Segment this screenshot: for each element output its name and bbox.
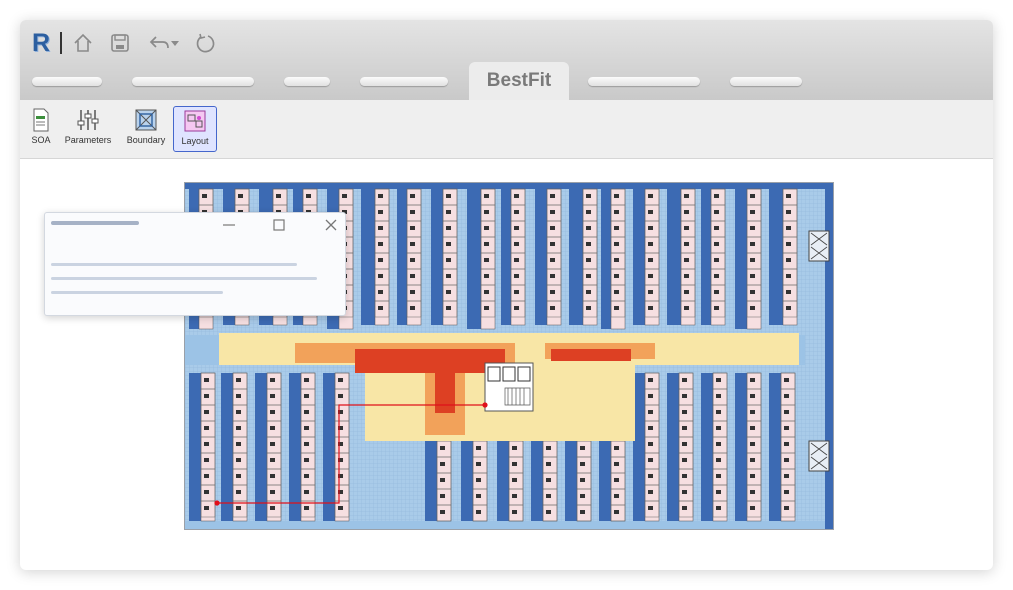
floating-dialog bbox=[44, 212, 346, 316]
core-room bbox=[484, 362, 534, 412]
title-bar: R BestFit bbox=[20, 20, 993, 100]
desk-block bbox=[633, 372, 660, 522]
desk-block bbox=[397, 188, 422, 326]
dialog-title-bar bbox=[51, 221, 139, 225]
boundary-icon bbox=[135, 109, 157, 131]
ribbon-panel: SOA Parameters Boundary Layout bbox=[20, 100, 993, 159]
desk-block bbox=[361, 188, 390, 326]
ribbon-button-soa[interactable]: SOA bbox=[26, 106, 56, 150]
quick-access-toolbar: R bbox=[32, 29, 216, 58]
route-end-marker bbox=[482, 402, 488, 408]
desk-block bbox=[289, 372, 316, 522]
heat-red-zone bbox=[435, 369, 455, 413]
route-start-marker bbox=[214, 500, 220, 506]
tab-bestfit[interactable]: BestFit bbox=[469, 62, 569, 100]
tab-placeholder-6[interactable] bbox=[730, 77, 802, 86]
desk-block bbox=[565, 440, 592, 522]
desk-block bbox=[255, 372, 282, 522]
ribbon-button-parameters[interactable]: Parameters bbox=[64, 106, 112, 150]
sliders-icon bbox=[77, 110, 99, 130]
desk-block bbox=[221, 372, 248, 522]
desk-block bbox=[735, 372, 762, 522]
desk-block bbox=[769, 372, 796, 522]
desk-block bbox=[535, 188, 562, 326]
desk-block bbox=[501, 188, 526, 326]
stair-icon-top bbox=[808, 230, 830, 262]
desk-block bbox=[769, 188, 798, 326]
maximize-icon[interactable] bbox=[269, 216, 289, 234]
desk-block bbox=[735, 188, 762, 330]
app-window: R BestFit SOA Parameters Boundary Layout bbox=[20, 20, 993, 570]
tab-placeholder-4[interactable] bbox=[360, 77, 448, 86]
dialog-placeholder-line bbox=[51, 291, 223, 294]
desk-block bbox=[431, 188, 458, 326]
close-icon[interactable] bbox=[321, 216, 341, 234]
desk-block bbox=[323, 372, 350, 522]
heat-red-zone bbox=[355, 349, 505, 373]
refresh-icon[interactable] bbox=[194, 32, 216, 54]
tab-placeholder-5[interactable] bbox=[588, 77, 700, 86]
desk-block bbox=[467, 188, 496, 330]
desk-block bbox=[667, 188, 696, 326]
desk-block bbox=[599, 440, 626, 522]
dialog-placeholder-line bbox=[51, 263, 297, 266]
desk-block bbox=[531, 440, 558, 522]
desk-block bbox=[425, 440, 452, 522]
document-icon bbox=[33, 108, 49, 132]
stair-icon-bottom bbox=[808, 440, 830, 472]
app-logo[interactable]: R bbox=[32, 29, 54, 58]
desk-block bbox=[497, 440, 524, 522]
ribbon-button-label: SOA bbox=[31, 135, 51, 145]
desk-block bbox=[667, 372, 694, 522]
ribbon-button-label: Layout bbox=[181, 136, 209, 146]
toolbar-divider bbox=[60, 32, 62, 54]
desk-block bbox=[461, 440, 488, 522]
tab-placeholder-2[interactable] bbox=[132, 77, 254, 86]
perimeter-band bbox=[185, 521, 833, 529]
home-icon[interactable] bbox=[72, 32, 94, 54]
tab-placeholder-3[interactable] bbox=[284, 77, 330, 86]
ribbon-button-boundary[interactable]: Boundary bbox=[124, 106, 168, 150]
perimeter-wall bbox=[185, 183, 833, 189]
desk-block bbox=[601, 188, 626, 330]
minimize-icon[interactable] bbox=[219, 216, 239, 234]
undo-icon[interactable] bbox=[148, 33, 170, 53]
dropdown-caret-icon[interactable] bbox=[170, 38, 180, 48]
tab-bestfit-label: BestFit bbox=[486, 70, 552, 91]
dialog-placeholder-line bbox=[51, 277, 317, 280]
save-icon[interactable] bbox=[110, 33, 130, 53]
heat-red-zone bbox=[551, 349, 631, 361]
ribbon-button-label: Boundary bbox=[126, 135, 166, 145]
ribbon-button-label: Parameters bbox=[64, 135, 112, 145]
tab-placeholder-1[interactable] bbox=[32, 77, 102, 86]
desk-block bbox=[189, 372, 216, 522]
desk-block bbox=[633, 188, 660, 326]
desk-block bbox=[569, 188, 598, 326]
desk-block bbox=[701, 188, 726, 326]
ribbon-button-layout[interactable]: Layout bbox=[173, 106, 217, 152]
desk-block bbox=[701, 372, 728, 522]
layout-icon bbox=[184, 110, 206, 132]
